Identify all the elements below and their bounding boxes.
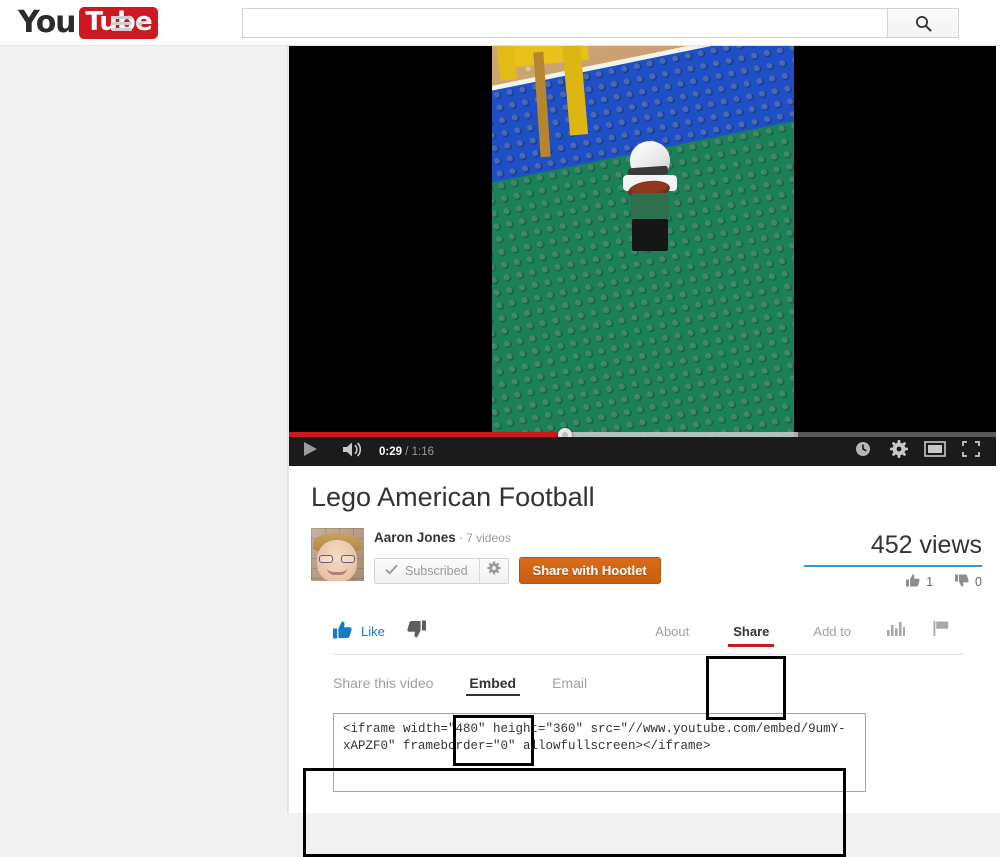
watch-later-icon <box>855 441 871 462</box>
tab-about[interactable]: About <box>633 608 711 655</box>
hamburger-menu-icon <box>112 15 132 31</box>
subscription-settings-button[interactable] <box>480 559 508 583</box>
subscribe-row: Subscribed Share with Hootlet <box>374 557 802 584</box>
dislike-button[interactable] <box>407 620 426 643</box>
tab-share-label: Share <box>733 623 770 639</box>
time-display: 0:29 / 1:16 <box>379 446 434 458</box>
share-with-hootlet-button[interactable]: Share with Hootlet <box>518 557 661 584</box>
search-button[interactable] <box>887 8 959 38</box>
theater-mode-icon <box>924 441 946 462</box>
view-stats: 452 views 1 0 <box>802 528 982 590</box>
tab-share[interactable]: Share <box>711 608 791 655</box>
uploader-line: Aaron Jones · 7 videos <box>374 529 802 547</box>
video-player[interactable]: 0:29 / 1:16 <box>289 46 996 466</box>
like-count: 1 <box>926 575 934 589</box>
share-tab-share-this-video[interactable]: Share this video <box>333 659 451 707</box>
hootlet-label: Share with Hootlet <box>532 563 647 578</box>
tab-add-to[interactable]: Add to <box>791 608 873 655</box>
fullscreen-button[interactable] <box>954 437 988 466</box>
share-tab-embed[interactable]: Embed <box>451 659 534 707</box>
like-button-label: Like <box>361 623 385 639</box>
report-button[interactable] <box>919 608 964 655</box>
subscribed-button[interactable]: Subscribed <box>374 557 509 584</box>
settings-button[interactable] <box>882 437 916 466</box>
statistics-bar-icon <box>887 621 905 641</box>
thumbs-up-icon <box>333 621 352 642</box>
share-tab-embed-active-underline <box>465 694 520 696</box>
dislike-count: 0 <box>975 575 982 589</box>
fullscreen-icon <box>962 441 980 462</box>
view-count: 452 views <box>870 531 982 559</box>
gear-icon <box>486 561 501 580</box>
video-frame <box>492 46 794 466</box>
share-tab-email-label: Email <box>552 675 588 691</box>
volume-icon <box>342 441 364 463</box>
video-lego-minifigure <box>622 141 678 251</box>
tab-add-to-label: Add to <box>813 623 851 639</box>
dislike-count-group[interactable]: 0 <box>955 574 982 590</box>
player-controls: 0:29 / 1:16 <box>289 437 996 466</box>
page-body: 0:29 / 1:16 Lego American Football Aaron… <box>0 46 1000 857</box>
sentiment-counts: 1 0 <box>802 574 982 590</box>
search-input[interactable] <box>242 8 887 38</box>
share-tab-email[interactable]: Email <box>534 659 605 707</box>
guide-toggle-button[interactable] <box>112 12 152 34</box>
channel-name[interactable]: Aaron Jones <box>374 530 456 545</box>
thumbs-up-icon <box>906 574 920 590</box>
play-icon <box>303 441 318 462</box>
volume-button[interactable] <box>331 437 375 466</box>
share-tab-embed-label: Embed <box>469 675 517 691</box>
flag-icon <box>933 620 950 642</box>
video-meta-row: Aaron Jones · 7 videos Subscribed Share … <box>311 528 982 590</box>
masthead: YouTube <box>0 0 1000 46</box>
meta-separator: · <box>458 530 464 545</box>
play-button[interactable] <box>289 437 331 466</box>
check-icon <box>385 564 398 578</box>
tab-about-label: About <box>655 623 690 639</box>
embed-code-textarea[interactable]: <iframe width="480" height="360" src="//… <box>333 713 866 792</box>
thumbs-down-icon <box>955 574 969 590</box>
chevron-down-icon <box>136 21 144 27</box>
time-separator: / <box>405 445 409 458</box>
statistics-button[interactable] <box>873 608 919 655</box>
sentiment-bar <box>804 565 982 567</box>
watch-content-column: 0:29 / 1:16 Lego American Football Aaron… <box>288 46 1000 813</box>
thumbs-down-icon <box>407 620 426 643</box>
theater-mode-button[interactable] <box>918 437 952 466</box>
action-bar-left: Like <box>333 620 426 643</box>
channel-avatar[interactable] <box>311 528 364 581</box>
tab-share-active-underline <box>728 643 775 647</box>
video-action-bar: Like About Share Add to <box>333 608 964 655</box>
search-bar <box>242 8 959 38</box>
share-tab-share-this-video-label: Share this video <box>333 675 434 691</box>
subscribed-label: Subscribed <box>405 563 468 578</box>
video-title: Lego American Football <box>311 482 595 512</box>
share-panel: Share this video Embed Email <iframe wid… <box>333 655 964 797</box>
player-right-controls <box>846 437 996 466</box>
settings-gear-icon <box>890 440 908 463</box>
left-rail <box>0 46 288 813</box>
watch-later-button[interactable] <box>846 437 880 466</box>
search-icon <box>915 15 932 32</box>
current-time: 0:29 <box>379 445 403 458</box>
like-button[interactable]: Like <box>333 621 385 642</box>
share-tabs: Share this video Embed Email <box>333 659 964 707</box>
total-time: 1:16 <box>411 445 435 458</box>
video-count: 7 videos <box>466 531 511 545</box>
channel-meta: Aaron Jones · 7 videos Subscribed Share … <box>374 528 802 584</box>
like-count-group[interactable]: 1 <box>906 574 933 590</box>
action-bar-right: About Share Add to <box>633 608 964 655</box>
logo-you-text: You <box>18 5 77 40</box>
video-info: Lego American Football Aaron Jones · 7 vid… <box>289 466 1000 797</box>
